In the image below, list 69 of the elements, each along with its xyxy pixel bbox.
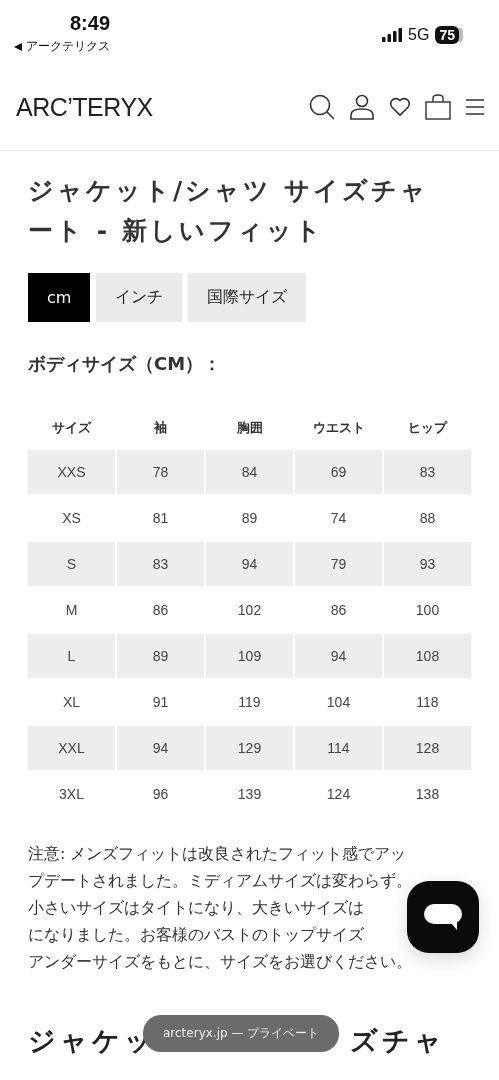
table-cell-text: 86 [151, 601, 170, 620]
table-cell-text: 96 [151, 785, 170, 804]
unit-tab[interactable]: cm [28, 273, 91, 322]
back-triangle-icon [14, 42, 22, 51]
column-header: ヒップ [407, 419, 449, 437]
table-cell: 78 [117, 450, 204, 494]
column-header: 胸囲 [235, 419, 264, 437]
note-text: アンダーサイズをもとに、サイズをお選びください。 [28, 951, 412, 973]
chat-button[interactable] [407, 881, 479, 953]
table-cell-text: 3XL [58, 785, 85, 804]
section-heading: ズチャ [350, 1024, 446, 1058]
table-cell-text: 138 [414, 785, 441, 804]
heart-icon[interactable] [389, 97, 411, 117]
column-header: ウエスト [311, 419, 366, 437]
table-cell: 109 [206, 634, 293, 678]
table-cell: 89 [117, 634, 204, 678]
table-cell: S [28, 542, 115, 586]
signal-icon [382, 28, 403, 42]
table-cell-text: 139 [236, 785, 263, 804]
table-cell-text: 124 [325, 785, 352, 804]
search-icon[interactable] [309, 94, 335, 120]
table-cell-text: XL [61, 693, 82, 712]
note-text: プデートされました。ミディアムサイズは変わらず。 [28, 870, 412, 892]
table-cell: 94 [206, 542, 293, 586]
table-cell: L [28, 634, 115, 678]
table-cell: 93 [384, 542, 471, 586]
table-cell-text: 88 [418, 509, 437, 528]
table-cell: 128 [384, 726, 471, 770]
column-header: 袖 [153, 419, 168, 437]
note-text: になりました。お客様のバストのトップサイズ [28, 924, 364, 946]
network-label: 5G [408, 26, 430, 44]
table-cell-text: 89 [240, 509, 259, 528]
table-cell: 108 [384, 634, 471, 678]
table-cell-text: 74 [329, 509, 348, 528]
column-header: サイズ [51, 419, 93, 437]
table-cell-text: M [64, 601, 79, 620]
table-cell: 83 [117, 542, 204, 586]
unit-tab[interactable]: インチ [96, 273, 183, 322]
brand-logo[interactable]: ARC’TERYX [16, 92, 153, 122]
table-cell: 94 [295, 634, 382, 678]
table-cell-text: 81 [151, 509, 170, 528]
menu-icon[interactable] [465, 98, 485, 116]
table-cell: XXS [28, 450, 115, 494]
unit-tab[interactable]: 国際サイズ [188, 273, 307, 322]
table-cell-text: 86 [329, 601, 348, 620]
table-cell: 69 [295, 450, 382, 494]
table-cell: 94 [117, 726, 204, 770]
table-cell-text: 119 [237, 693, 262, 712]
table-cell: 129 [206, 726, 293, 770]
table-cell-text: 118 [415, 693, 440, 712]
table-cell-text: 104 [325, 693, 352, 712]
table-cell: XXL [28, 726, 115, 770]
table-cell-text: 91 [151, 693, 170, 712]
table-cell: 83 [384, 450, 471, 494]
table-cell-text: 100 [414, 601, 441, 620]
page-title: ジャケット/シャツ サイズチャート - 新しいフィット [28, 175, 430, 247]
user-icon[interactable] [349, 94, 375, 120]
table-cell-text: XS [61, 509, 82, 528]
chat-bubble-icon [423, 903, 463, 931]
section-title: ボディサイズ（CM）： [28, 352, 223, 376]
note-text: 小さいサイズはタイトになり、大きいサイズは [28, 897, 364, 919]
table-cell: 114 [295, 726, 382, 770]
shopping-bag-icon[interactable] [425, 94, 451, 120]
table-cell: 84 [206, 450, 293, 494]
status-time: 8:49 [70, 12, 111, 35]
table-cell-text: 102 [236, 601, 263, 620]
back-link[interactable]: アークテリクス [14, 38, 110, 55]
table-cell: 79 [295, 542, 382, 586]
note-text: 注意: メンズフィットは改良されたフィット感でアッ [28, 843, 407, 865]
